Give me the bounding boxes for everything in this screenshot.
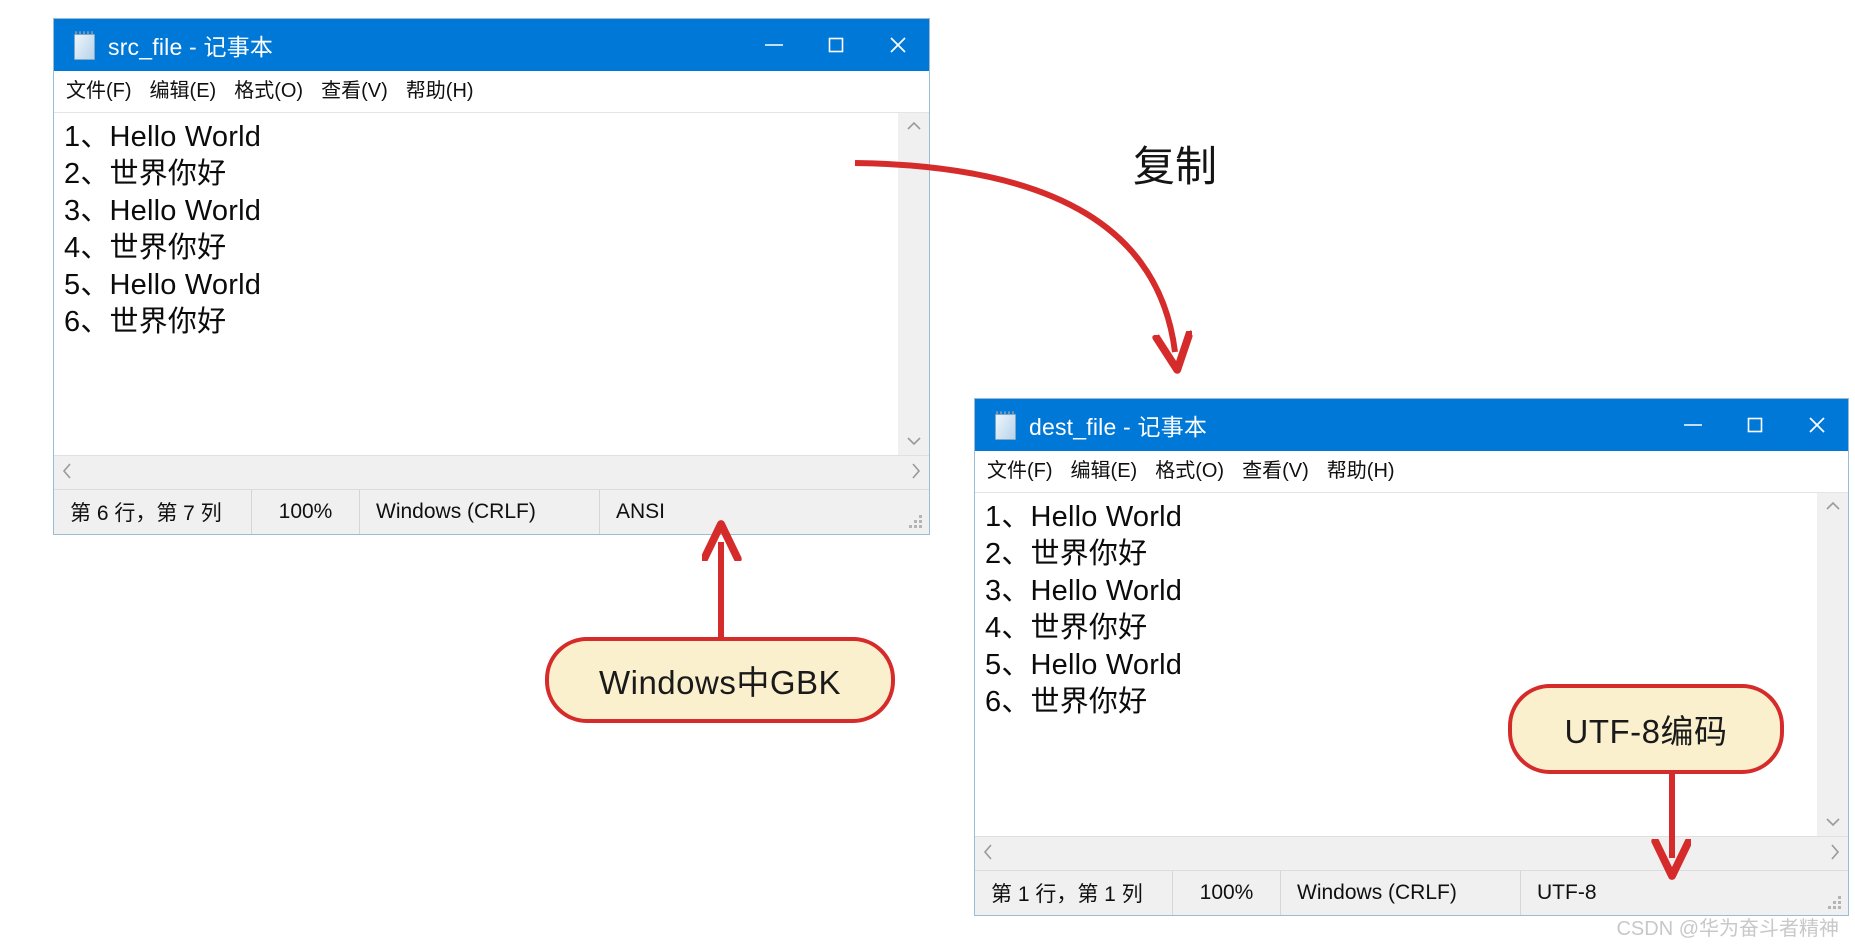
text-line: 5、Hello World (985, 649, 1183, 681)
menu-item-help[interactable]: 帮助(H) (406, 81, 474, 101)
notepad-icon (993, 411, 1017, 440)
menu-item-edit[interactable]: 编辑(E) (150, 81, 217, 101)
menubar-dest: 文件(F) 编辑(E) 格式(O) 查看(V) 帮助(H) (975, 451, 1848, 492)
scroll-left-icon[interactable] (62, 462, 72, 483)
window-title: src_file - 记事本 (108, 34, 274, 60)
menu-item-edit[interactable]: 编辑(E) (1071, 461, 1138, 481)
titlebar-dest[interactable]: dest_file - 记事本 (975, 399, 1848, 451)
menu-item-view[interactable]: 查看(V) (321, 81, 388, 101)
menu-item-file[interactable]: 文件(F) (66, 81, 132, 101)
horizontal-scrollbar[interactable] (975, 836, 1848, 870)
menu-item-file[interactable]: 文件(F) (987, 461, 1053, 481)
copy-label: 复制 (1133, 143, 1218, 190)
csdn-watermark: CSDN @华为奋斗者精神 (1616, 918, 1839, 940)
close-button[interactable] (1786, 399, 1848, 451)
notepad-icon (72, 31, 96, 60)
close-button[interactable] (867, 19, 929, 71)
scroll-down-icon[interactable] (906, 434, 922, 449)
resize-grip-icon[interactable] (909, 515, 923, 529)
menu-item-view[interactable]: 查看(V) (1242, 461, 1309, 481)
horizontal-scrollbar[interactable] (54, 455, 929, 489)
caption-buttons-src (743, 19, 929, 71)
status-cursor-position: 第 6 行，第 7 列 (54, 490, 252, 534)
text-line: 3、Hello World (985, 575, 1183, 607)
editor-body-src: 1、Hello World 2、世界你好 3、Hello World 4、世界你… (54, 112, 929, 455)
scroll-up-icon[interactable] (1825, 499, 1841, 514)
text-line: 4、世界你好 (985, 612, 1148, 644)
status-encoding: ANSI (616, 500, 666, 523)
scroll-right-icon[interactable] (1830, 843, 1840, 864)
scroll-up-icon[interactable] (906, 119, 922, 134)
scroll-right-icon[interactable] (911, 462, 921, 483)
status-zoom-level[interactable]: 100% (252, 490, 360, 534)
notepad-window-src[interactable]: src_file - 记事本 文件(F) 编辑(E) 格式(O) 查看(V) 帮… (53, 18, 930, 535)
status-line-ending: Windows (CRLF) (1281, 871, 1521, 915)
callout-utf8-encoding: UTF-8编码 (1508, 684, 1784, 774)
text-line: 1、Hello World (64, 121, 262, 153)
editor-body-dest: 1、Hello World 2、世界你好 3、Hello World 4、世界你… (975, 492, 1848, 836)
text-line: 1、Hello World (985, 501, 1183, 533)
maximize-button[interactable] (1724, 399, 1786, 451)
titlebar-src[interactable]: src_file - 记事本 (54, 19, 929, 71)
menu-item-format[interactable]: 格式(O) (234, 81, 303, 101)
maximize-button[interactable] (805, 19, 867, 71)
text-editor-area[interactable]: 1、Hello World 2、世界你好 3、Hello World 4、世界你… (54, 113, 897, 455)
callout-utf8-text: UTF-8编码 (1564, 713, 1728, 750)
resize-grip-icon[interactable] (1828, 896, 1842, 910)
minimize-button[interactable] (1662, 399, 1724, 451)
text-line: 3、Hello World (64, 195, 262, 227)
window-title: dest_file - 记事本 (1029, 414, 1208, 440)
menu-item-format[interactable]: 格式(O) (1155, 461, 1224, 481)
text-line: 5、Hello World (64, 269, 262, 301)
status-zoom-level[interactable]: 100% (1173, 871, 1281, 915)
minimize-button[interactable] (743, 19, 805, 71)
scroll-left-icon[interactable] (983, 843, 993, 864)
status-cursor-position: 第 1 行，第 1 列 (975, 871, 1173, 915)
callout-gbk-text: Windows中GBK (598, 664, 842, 701)
statusbar-dest: 第 1 行，第 1 列 100% Windows (CRLF) UTF-8 (975, 870, 1848, 915)
status-encoding: UTF-8 (1537, 881, 1597, 904)
notepad-window-dest[interactable]: dest_file - 记事本 文件(F) 编辑(E) 格式(O) 查看(V) … (974, 398, 1849, 916)
menu-item-help[interactable]: 帮助(H) (1327, 461, 1395, 481)
menubar-src: 文件(F) 编辑(E) 格式(O) 查看(V) 帮助(H) (54, 71, 929, 112)
statusbar-src: 第 6 行，第 7 列 100% Windows (CRLF) ANSI (54, 489, 929, 534)
callout-windows-gbk: Windows中GBK (545, 637, 895, 723)
vertical-scrollbar[interactable] (1816, 493, 1848, 836)
text-line: 6、世界你好 (64, 306, 227, 338)
status-line-ending: Windows (CRLF) (360, 490, 600, 534)
vertical-scrollbar[interactable] (897, 113, 929, 455)
scroll-down-icon[interactable] (1825, 815, 1841, 830)
text-line: 4、世界你好 (64, 232, 227, 264)
text-editor-area[interactable]: 1、Hello World 2、世界你好 3、Hello World 4、世界你… (975, 493, 1816, 836)
caption-buttons-dest (1662, 399, 1848, 451)
text-line: 2、世界你好 (64, 158, 227, 190)
text-line: 2、世界你好 (985, 538, 1148, 570)
